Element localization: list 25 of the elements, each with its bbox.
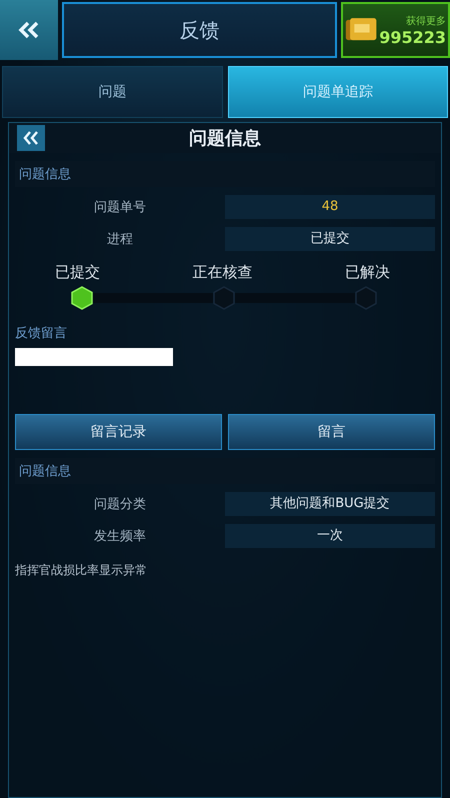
- field-label: 进程: [106, 231, 134, 248]
- field-label: 问题单号: [93, 199, 147, 216]
- back-button[interactable]: [0, 0, 58, 60]
- section-title: 问题信息: [19, 167, 71, 182]
- field-label: 问题分类: [93, 496, 147, 513]
- field-value: 48: [225, 195, 435, 219]
- step-label: 正在核查: [192, 263, 252, 282]
- step-label: 已解决: [345, 263, 390, 282]
- field-value: 已提交: [225, 227, 435, 251]
- section-title: 反馈留言: [15, 325, 68, 342]
- field-value: 其他问题和BUG提交: [225, 492, 435, 516]
- section-title: 问题信息: [19, 464, 71, 479]
- double-chevron-icon: [22, 130, 40, 146]
- action-button[interactable]: 留言: [228, 414, 435, 450]
- field-label: 发生频率: [93, 528, 147, 545]
- tab[interactable]: 问题: [2, 66, 222, 118]
- step-label: 已提交: [55, 263, 100, 282]
- field-value: 一次: [225, 524, 435, 548]
- currency-button[interactable]: 获得更多 995223: [341, 2, 450, 58]
- action-button[interactable]: 留言记录: [15, 414, 222, 450]
- double-chevron-icon: [18, 21, 40, 39]
- page-title: 反馈: [180, 16, 220, 44]
- description-text: 指挥官战损比率显示异常: [15, 562, 148, 579]
- panel-title: 问题信息: [188, 127, 262, 150]
- back-button[interactable]: [17, 125, 45, 151]
